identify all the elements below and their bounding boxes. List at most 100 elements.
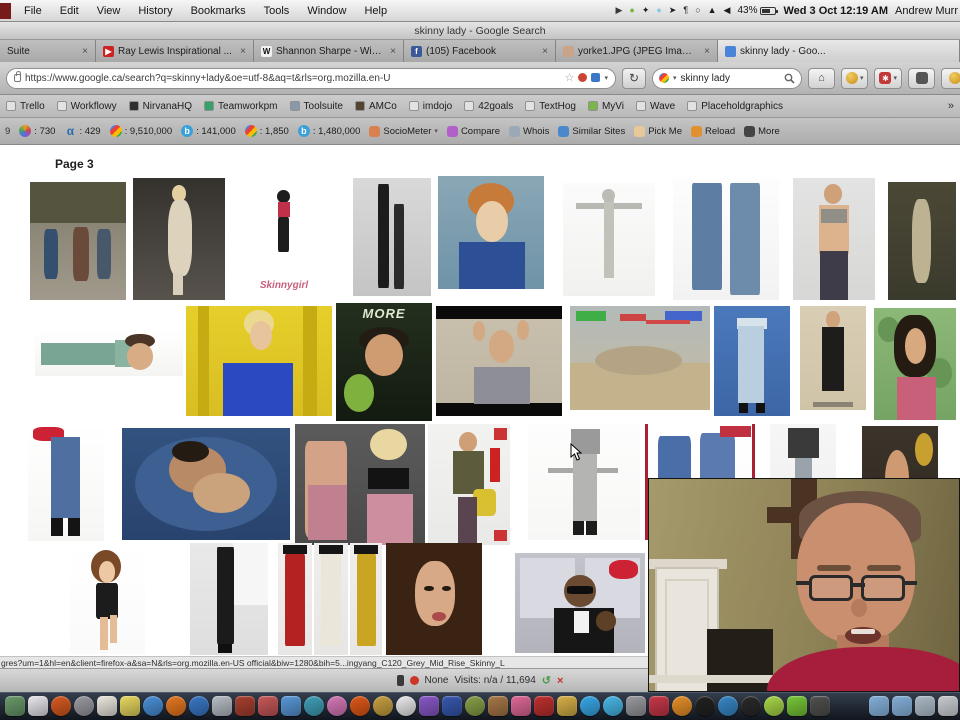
bookmark-item-wave[interactable]: Wave — [636, 101, 675, 112]
knob-app-icon[interactable] — [74, 696, 94, 716]
petal-app-icon[interactable] — [327, 696, 347, 716]
bookmarks-overflow-chevron[interactable]: » — [948, 100, 954, 112]
menu-clock[interactable]: Wed 3 Oct 12:19 AM — [783, 5, 888, 17]
box-app-icon[interactable] — [488, 696, 508, 716]
tab-5[interactable]: yorke1.JPG (JPEG Image,... × — [556, 40, 718, 62]
search-field[interactable]: ▾ skinny lady — [651, 67, 802, 89]
teal-app-icon[interactable] — [304, 696, 324, 716]
tab-1[interactable]: Suite × — [0, 40, 96, 62]
stack-icon[interactable] — [915, 696, 935, 716]
tab-close-icon[interactable]: × — [538, 46, 548, 57]
home-button[interactable]: ⌂ — [807, 67, 835, 89]
drop-status-icon[interactable]: ● — [656, 6, 661, 15]
image-result-dark-figure-art[interactable] — [888, 182, 956, 300]
lens-app-icon[interactable] — [695, 696, 715, 716]
menu-item-bookmarks[interactable]: Bookmarks — [182, 5, 255, 17]
seo-link-compare[interactable]: Compare — [446, 125, 500, 137]
image-result-video-still-peace[interactable] — [436, 306, 562, 416]
image-result-yellow-pants[interactable] — [350, 543, 382, 655]
skype-icon[interactable] — [580, 696, 600, 716]
image-result-gaga-paparazzi-duo[interactable] — [295, 424, 425, 545]
play-status-icon[interactable]: ▶ — [615, 6, 622, 15]
lime-app-icon[interactable] — [764, 696, 784, 716]
image-result-gaga-white-outfit[interactable] — [133, 178, 225, 300]
bookmark-item-workflowy[interactable]: Workflowy — [56, 101, 117, 112]
image-result-green-banner[interactable] — [35, 330, 183, 376]
bookmark-item-toolsuite[interactable]: Toolsuite — [289, 101, 343, 112]
seo-link-more[interactable]: More — [744, 125, 780, 137]
url-field[interactable]: https://www.google.ca/search?q=skinny+la… — [6, 67, 616, 89]
stickies-app-icon[interactable] — [120, 696, 140, 716]
volume-status-icon[interactable]: ◀ — [724, 6, 731, 15]
bird-app-icon[interactable] — [672, 696, 692, 716]
colorwheel-app-icon[interactable] — [373, 696, 393, 716]
calendar-app-icon[interactable] — [28, 696, 48, 716]
seo-link-whois[interactable]: Whois — [509, 125, 549, 137]
image-result-camo-vest-woman[interactable] — [428, 424, 510, 545]
tab-close-icon[interactable]: × — [236, 46, 246, 57]
image-result-red-pants[interactable] — [278, 543, 312, 655]
image-result-jeans-red-script[interactable] — [28, 425, 104, 541]
book-app-icon[interactable] — [534, 696, 554, 716]
bookmark-item-nirvanahq[interactable]: NirvanaHQ — [128, 101, 192, 112]
bookmark-item-trello[interactable]: Trello — [6, 101, 45, 112]
pilcrow-status-icon[interactable]: ¶ — [683, 6, 688, 15]
recycle-status-icon[interactable]: ↺ — [542, 674, 551, 687]
folder-icon-a[interactable] — [869, 696, 889, 716]
chat-app-icon[interactable] — [603, 696, 623, 716]
dark-addon-button[interactable] — [908, 67, 935, 89]
image-result-cartoon-dancer[interactable] — [70, 546, 145, 654]
android-app-icon[interactable] — [787, 696, 807, 716]
image-result-white-pants[interactable] — [314, 543, 348, 655]
shears-app-icon[interactable] — [626, 696, 646, 716]
image-result-jeans-blue-ad[interactable] — [714, 306, 790, 416]
menu-item-view[interactable]: View — [88, 5, 130, 17]
media-app-icon[interactable] — [235, 696, 255, 716]
url-dropdown-icon[interactable]: ▾ — [604, 74, 608, 82]
image-result-music-video-still[interactable] — [515, 553, 645, 653]
image-result-fitness-woman[interactable] — [793, 178, 875, 300]
image-result-gaga-blue-dress[interactable] — [186, 306, 332, 416]
tab-close-icon[interactable]: × — [386, 46, 396, 57]
firefox-icon[interactable] — [166, 696, 186, 716]
edge-addon-button[interactable] — [941, 67, 960, 89]
tab-4[interactable]: f (105) Facebook × — [404, 40, 556, 62]
seo-link-reload[interactable]: Reload — [691, 125, 735, 137]
handset-app-icon[interactable] — [810, 696, 830, 716]
image-result-two-blue-jeans[interactable] — [673, 178, 779, 300]
folder-icon-b[interactable] — [892, 696, 912, 716]
gold-addon-button[interactable]: ▾ — [840, 67, 869, 89]
display-app-icon[interactable] — [281, 696, 301, 716]
search-input[interactable]: skinny lady — [680, 73, 779, 84]
addon-blue-icon[interactable] — [591, 72, 601, 84]
menu-item-help[interactable]: Help — [355, 5, 396, 17]
image-result-more-magazine[interactable]: MORE — [336, 303, 432, 421]
bookmark-item-amco[interactable]: AMCo — [354, 101, 397, 112]
bookmark-item-42goals[interactable]: 42goals — [464, 101, 513, 112]
wifi-status-icon[interactable]: ▲ — [708, 6, 717, 15]
image-result-black-pants-fashion[interactable] — [190, 543, 268, 655]
google-search-icon[interactable] — [658, 73, 669, 83]
seo-link-sociometer[interactable]: SocioMeter ▾ — [369, 125, 438, 137]
close-status-icon[interactable]: × — [557, 675, 563, 687]
photoshop-icon[interactable] — [649, 696, 669, 716]
image-result-woman-pink-top[interactable] — [874, 308, 956, 420]
bookmark-item-imdojo[interactable]: imdojo — [408, 101, 452, 112]
image-result-grey-jeans-product[interactable] — [528, 424, 640, 540]
safari-icon[interactable] — [189, 696, 209, 716]
image-result-couple-in-water[interactable] — [122, 428, 290, 540]
bookmark-star-icon[interactable]: ☆ — [565, 72, 575, 84]
pin-status-icon[interactable]: ➤ — [669, 6, 677, 15]
bubble-app-icon[interactable] — [741, 696, 761, 716]
trash-icon[interactable] — [938, 696, 958, 716]
menu-item-window[interactable]: Window — [298, 5, 355, 17]
leaf-status-icon[interactable]: ● — [629, 6, 634, 15]
tab-2[interactable]: ▶ Ray Lewis Inspirational ... × — [96, 40, 254, 62]
url-text[interactable]: https://www.google.ca/search?q=skinny+la… — [25, 73, 561, 84]
search-engine-dropdown-icon[interactable]: ▾ — [673, 74, 677, 82]
image-result-woman-black-outfit[interactable] — [800, 306, 866, 410]
menu-item-file[interactable]: File — [15, 5, 51, 17]
crown-app-icon[interactable] — [557, 696, 577, 716]
notes-app-icon[interactable] — [97, 696, 117, 716]
reload-button[interactable]: ↻ — [621, 67, 646, 89]
